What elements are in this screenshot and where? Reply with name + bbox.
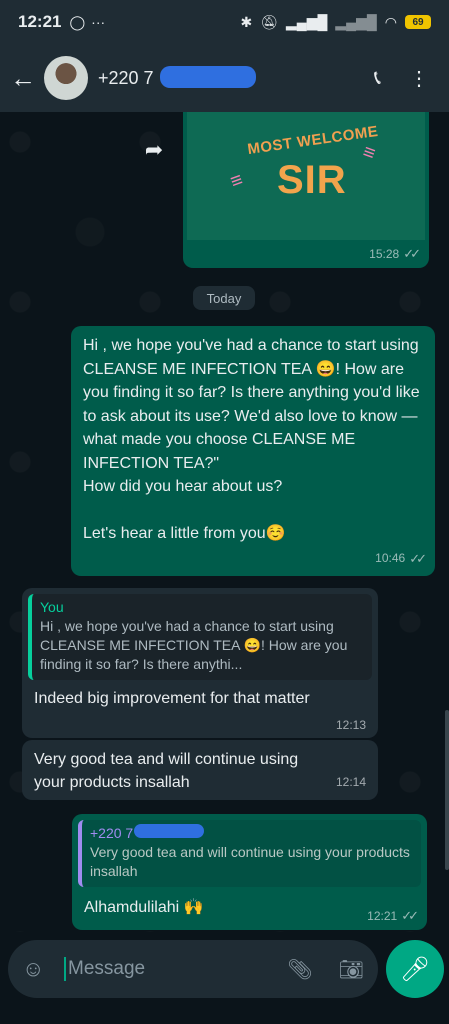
battery-icon: 69 <box>405 15 431 29</box>
menu-dots-icon[interactable]: ⋮ <box>409 66 429 91</box>
message-meta: 12:21 ✓✓ <box>367 908 419 924</box>
quote-author: You <box>40 599 64 615</box>
chat-area[interactable]: ➦ ≡ MOST WELCOME SIR ≡ 15:28 ✓✓ Today Hi… <box>0 112 449 932</box>
quote-text: Very good tea and will continue using yo… <box>90 844 410 879</box>
signal2-icon: ▂▄▆█ <box>335 13 377 30</box>
mic-button[interactable]: 🎤︎ <box>386 940 444 998</box>
add-call-icon[interactable]: 📞︎ <box>374 67 381 90</box>
signal-icon: ▂▄▆█ <box>286 13 328 30</box>
date-divider: Today <box>193 286 255 310</box>
spark-left-icon: ≡ <box>227 168 246 194</box>
incoming-message[interactable]: Very good tea and will continue using yo… <box>22 740 378 800</box>
message-time: 12:21 <box>367 909 398 923</box>
message-time: 12:13 <box>335 718 366 732</box>
avatar[interactable] <box>44 56 88 100</box>
quote-text: Hi , we hope you've had a chance to star… <box>40 618 348 672</box>
quoted-message[interactable]: +220 7 Very good tea and will continue u… <box>78 820 421 887</box>
welcome-text: MOST WELCOME <box>246 122 380 159</box>
message-time: 15:28 <box>369 247 400 261</box>
message-text: Hi , we hope you've had a chance to star… <box>83 337 420 542</box>
quoted-message[interactable]: You Hi , we hope you've had a chance to … <box>28 594 372 680</box>
mic-icon: 🎤︎ <box>399 955 431 983</box>
message-meta: 12:14 <box>336 771 366 794</box>
message-composer: ☺ 📎︎ 📷︎ <box>8 940 378 998</box>
incoming-message[interactable]: You Hi , we hope you've had a chance to … <box>22 588 378 738</box>
message-text: Indeed big improvement for that matter <box>34 690 310 707</box>
message-meta: 15:28 ✓✓ <box>369 246 421 262</box>
read-ticks-icon: ✓✓ <box>403 246 421 261</box>
scrollbar[interactable] <box>445 710 449 870</box>
camera-icon[interactable]: 📷︎ <box>339 957 364 982</box>
wifi-icon: ◠ <box>384 13 397 30</box>
message-meta: 12:13 <box>336 718 366 732</box>
attach-icon[interactable]: 📎︎ <box>287 957 312 982</box>
welcome-image[interactable]: ≡ MOST WELCOME SIR ≡ <box>187 112 425 240</box>
message-time: 12:14 <box>335 775 366 789</box>
chat-header: ← +220 7 📞︎ ⋮ <box>0 44 449 112</box>
back-arrow-icon[interactable]: ← <box>10 63 40 94</box>
spark-right-icon: ≡ <box>359 140 379 166</box>
contact-number: +220 7 <box>98 67 154 88</box>
message-input[interactable] <box>68 958 268 980</box>
quote-author-number: +220 7 <box>90 825 134 841</box>
text-cursor <box>64 957 66 981</box>
redaction-mark <box>134 824 204 838</box>
read-ticks-icon: ✓✓ <box>409 550 427 566</box>
whatsapp-icon: ◯ <box>69 13 86 30</box>
emoji-icon[interactable]: ☺ <box>22 956 52 982</box>
outgoing-message[interactable]: Hi , we hope you've had a chance to star… <box>71 326 435 576</box>
message-time: 10:46 <box>375 550 406 565</box>
quote-author: +220 7 <box>90 824 413 843</box>
message-text: Very good tea and will continue using yo… <box>34 751 299 791</box>
outgoing-message[interactable]: +220 7 Very good tea and will continue u… <box>72 814 427 930</box>
forward-icon[interactable]: ➦ <box>138 134 170 166</box>
welcome-sir-text: SIR <box>277 158 347 202</box>
contact-name[interactable]: +220 7 <box>98 65 256 89</box>
status-time: 12:21 <box>18 12 62 31</box>
more-notifications-icon: ··· <box>91 14 106 30</box>
redaction-mark <box>160 65 256 88</box>
read-ticks-icon: ✓✓ <box>401 908 419 923</box>
mute-icon: 🔕︎ <box>260 13 279 30</box>
bluetooth-icon: ✱ <box>240 13 253 30</box>
status-bar: 12:21 ◯ ··· ✱ 🔕︎ ▂▄▆█ ▂▄▆█ ◠ 69 <box>0 0 449 44</box>
message-meta: 10:46 ✓✓ <box>375 547 427 571</box>
image-message[interactable]: ≡ MOST WELCOME SIR ≡ 15:28 ✓✓ <box>183 112 429 268</box>
